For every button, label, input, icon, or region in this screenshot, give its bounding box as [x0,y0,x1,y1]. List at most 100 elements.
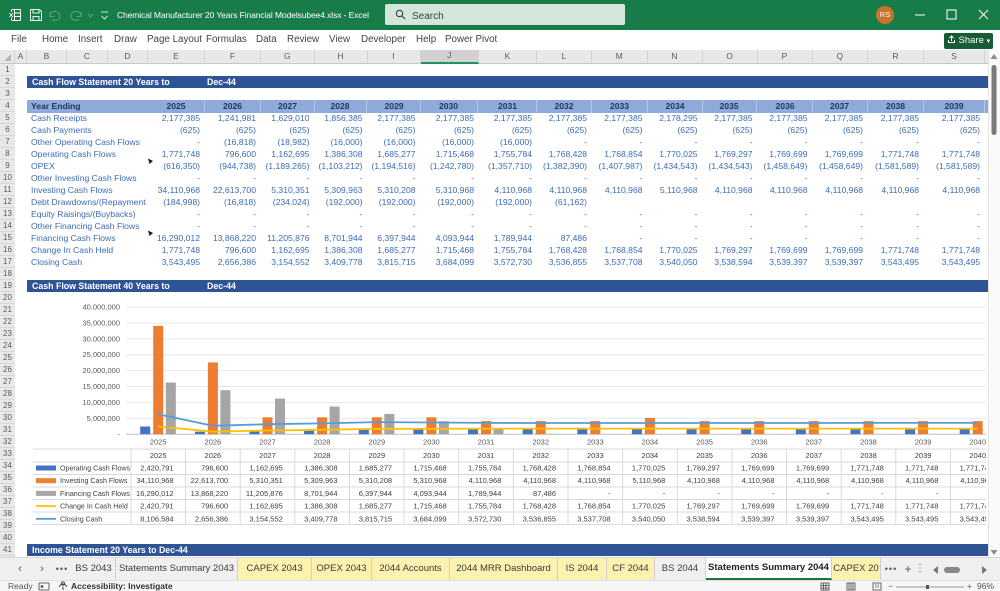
svg-text:1,770,025: 1,770,025 [632,502,665,511]
svg-text:40,000,000: 40,000,000 [82,303,120,312]
svg-text:1,386,308: 1,386,308 [304,502,337,511]
svg-text:-: - [608,489,611,498]
svg-text:2038: 2038 [860,451,877,460]
svg-text:5,110,968: 5,110,968 [632,476,665,485]
svg-text:1,685,277: 1,685,277 [359,464,392,473]
svg-text:1,755,784: 1,755,784 [468,464,501,473]
svg-text:3,815,715: 3,815,715 [359,514,392,523]
svg-text:1,162,695: 1,162,695 [249,502,282,511]
svg-text:2033: 2033 [587,438,604,447]
svg-text:34,110,968: 34,110,968 [137,476,174,485]
svg-text:1,768,854: 1,768,854 [577,502,610,511]
svg-text:2036: 2036 [751,451,768,460]
svg-text:8,701,944: 8,701,944 [304,489,337,498]
svg-text:3,572,730: 3,572,730 [468,514,501,523]
svg-text:2033: 2033 [587,451,604,460]
svg-text:-: - [936,489,939,498]
svg-text:1,769,297: 1,769,297 [687,502,720,511]
svg-text:1,755,784: 1,755,784 [468,502,501,511]
svg-text:2,420,791: 2,420,791 [140,464,173,473]
svg-text:4,110,968: 4,110,968 [906,476,939,485]
svg-text:15,000,000: 15,000,000 [82,382,120,391]
svg-text:1,715,468: 1,715,468 [413,464,446,473]
svg-text:13,868,220: 13,868,220 [191,489,229,498]
svg-text:2029: 2029 [368,438,385,447]
svg-text:87,486: 87,486 [533,489,556,498]
svg-text:Change In Cash Held: Change In Cash Held [60,503,128,511]
svg-text:1,685,277: 1,685,277 [359,502,392,511]
svg-text:4,110,968: 4,110,968 [742,476,775,485]
svg-text:2039: 2039 [915,451,932,460]
svg-text:-: - [717,489,720,498]
svg-text:1,386,308: 1,386,308 [304,464,337,473]
svg-text:2028: 2028 [314,438,331,447]
svg-text:5,310,208: 5,310,208 [359,476,392,485]
svg-text:1,770,025: 1,770,025 [632,464,665,473]
svg-text:Investing Cash Flows: Investing Cash Flows [60,477,128,485]
svg-text:2026: 2026 [205,438,222,447]
svg-text:2036: 2036 [751,438,768,447]
svg-text:1,715,468: 1,715,468 [413,502,446,511]
svg-text:2038: 2038 [860,438,877,447]
svg-text:Operating Cash Flows: Operating Cash Flows [60,465,131,473]
svg-text:3,543,495: 3,543,495 [850,514,883,523]
svg-text:22,613,700: 22,613,700 [191,476,229,485]
svg-text:2028: 2028 [314,451,331,460]
svg-text:11,205,876: 11,205,876 [246,489,283,498]
svg-text:2026: 2026 [205,451,222,460]
svg-text:3,537,708: 3,537,708 [577,514,610,523]
svg-text:30,000,000: 30,000,000 [82,334,120,343]
svg-text:4,110,968: 4,110,968 [796,476,829,485]
svg-text:4,110,968: 4,110,968 [469,476,502,485]
svg-text:2040: 2040 [969,451,986,460]
svg-text:2031: 2031 [478,451,495,460]
svg-text:-: - [881,489,884,498]
svg-text:3,154,552: 3,154,552 [249,514,282,523]
svg-text:1,769,297: 1,769,297 [687,464,720,473]
svg-text:3,409,778: 3,409,778 [304,514,337,523]
svg-text:2039: 2039 [915,438,932,447]
svg-text:2031: 2031 [478,438,495,447]
svg-text:2035: 2035 [696,438,713,447]
svg-text:Financing Cash Flows: Financing Cash Flows [60,490,130,498]
svg-text:5,310,968: 5,310,968 [413,476,446,485]
svg-text:2037: 2037 [805,451,822,460]
svg-text:2025: 2025 [150,438,167,447]
svg-text:1,769,699: 1,769,699 [796,464,829,473]
svg-text:2032: 2032 [532,451,549,460]
svg-text:4,110,968: 4,110,968 [851,476,884,485]
svg-text:2035: 2035 [696,451,713,460]
svg-text:2030: 2030 [423,451,440,460]
svg-text:1,771,748: 1,771,748 [850,464,883,473]
svg-text:3,539,397: 3,539,397 [741,514,774,523]
svg-text:4,110,968: 4,110,968 [523,476,556,485]
svg-text:1,768,428: 1,768,428 [523,464,556,473]
svg-text:-: - [772,489,775,498]
svg-text:4,110,968: 4,110,968 [578,476,611,485]
svg-text:2030: 2030 [423,438,440,447]
svg-text:2,656,386: 2,656,386 [195,514,228,523]
svg-text:3,684,099: 3,684,099 [413,514,446,523]
svg-text:1,771,748: 1,771,748 [905,502,938,511]
svg-text:1,768,854: 1,768,854 [577,464,610,473]
svg-text:1,769,699: 1,769,699 [741,464,774,473]
svg-text:6,397,944: 6,397,944 [359,489,392,498]
svg-text:35,000,000: 35,000,000 [82,319,120,328]
svg-text:2027: 2027 [259,438,276,447]
svg-text:1,768,428: 1,768,428 [523,502,556,511]
svg-text:1,771,748: 1,771,748 [850,502,883,511]
svg-text:796,600: 796,600 [201,464,228,473]
svg-text:10,000,000: 10,000,000 [82,398,120,407]
svg-text:5,310,351: 5,310,351 [249,476,282,485]
svg-text:3,540,050: 3,540,050 [632,514,665,523]
svg-text:-: - [663,489,666,498]
svg-text:3,536,855: 3,536,855 [523,514,556,523]
svg-text:1,769,699: 1,769,699 [796,502,829,511]
svg-text:5,000,000: 5,000,000 [87,414,120,423]
svg-text:Closing Cash: Closing Cash [60,515,102,523]
svg-text:2,420,791: 2,420,791 [140,502,173,511]
svg-text:4,110,968: 4,110,968 [687,476,720,485]
svg-text:1,771,748: 1,771,748 [905,464,938,473]
svg-text:4,093,944: 4,093,944 [413,489,446,498]
svg-text:2032: 2032 [532,438,549,447]
